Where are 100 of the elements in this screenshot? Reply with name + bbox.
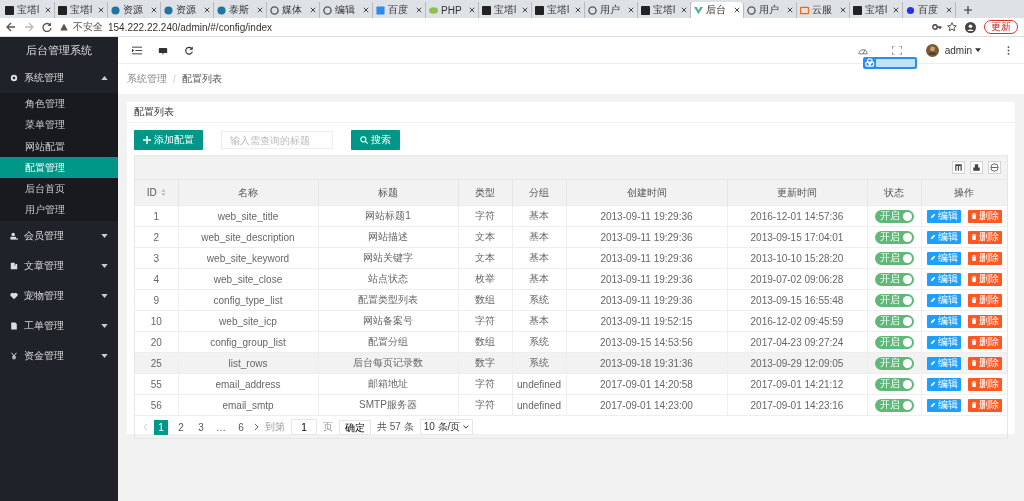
page-link[interactable]: 1 bbox=[154, 419, 168, 435]
goto-label: 到第 bbox=[265, 420, 285, 434]
close-icon[interactable] bbox=[575, 7, 581, 13]
close-icon[interactable] bbox=[522, 7, 528, 13]
menu-item[interactable]: 系统管理 bbox=[0, 63, 118, 93]
table-cell: 10 bbox=[135, 310, 178, 332]
close-icon[interactable] bbox=[946, 7, 952, 13]
submenu-item[interactable]: 角色管理 bbox=[0, 93, 118, 115]
close-icon[interactable] bbox=[98, 7, 104, 13]
column-header[interactable]: 标题 bbox=[318, 180, 458, 206]
browser-tab[interactable]: 媒体 bbox=[267, 2, 320, 18]
browser-tab[interactable]: 宝塔l bbox=[2, 2, 55, 18]
table-cell: 2017-09-01 14:23:00 bbox=[566, 394, 727, 415]
submenu-item[interactable]: 网站配置 bbox=[0, 135, 118, 157]
close-icon[interactable] bbox=[257, 7, 263, 13]
menu-item[interactable]: 宠物管理 bbox=[0, 280, 118, 311]
browser-tab[interactable]: 宝塔l bbox=[532, 2, 585, 18]
reload-icon[interactable] bbox=[42, 22, 52, 32]
submenu-item[interactable]: 菜单管理 bbox=[0, 114, 118, 136]
update-button[interactable]: 更新 bbox=[984, 20, 1018, 34]
close-icon[interactable] bbox=[151, 7, 157, 13]
table-cell: 网站关键字 bbox=[318, 247, 458, 269]
new-tab-icon[interactable] bbox=[964, 6, 972, 14]
tab-title: 云服 bbox=[812, 3, 833, 17]
page-input[interactable]: 1 bbox=[291, 419, 317, 435]
user-name[interactable]: admin bbox=[944, 44, 972, 56]
browser-tab[interactable]: PHP bbox=[426, 2, 479, 18]
search-field[interactable]: 输入需查询的标题 bbox=[221, 131, 333, 149]
breadcrumb-link[interactable]: 系统管理 bbox=[127, 72, 167, 86]
column-header[interactable]: 分组 bbox=[512, 180, 566, 206]
close-icon[interactable] bbox=[893, 7, 899, 13]
browser-tab[interactable]: 资源 bbox=[161, 2, 214, 18]
browser-tab[interactable]: 宝塔l bbox=[850, 2, 903, 18]
breadcrumb-link[interactable]: 配置列表 bbox=[181, 72, 222, 86]
v-logo-icon bbox=[694, 5, 703, 15]
column-header[interactable]: 操作 bbox=[921, 180, 1007, 206]
more-icon[interactable] bbox=[1007, 45, 1010, 55]
profile-icon[interactable] bbox=[965, 21, 976, 33]
page-link[interactable]: 3 bbox=[194, 419, 208, 435]
close-icon[interactable] bbox=[310, 7, 316, 13]
avatar[interactable] bbox=[925, 43, 939, 57]
browser-tab[interactable]: 用户 bbox=[744, 2, 797, 18]
submenu-item[interactable]: 用户管理 bbox=[0, 199, 118, 221]
browser-tab[interactable]: 百度 bbox=[903, 2, 956, 18]
fullscreen-icon[interactable] bbox=[891, 45, 902, 55]
column-header[interactable]: 类型 bbox=[458, 180, 512, 206]
close-icon[interactable] bbox=[45, 7, 51, 13]
menu-icon[interactable] bbox=[132, 45, 142, 55]
column-header[interactable]: 名称 bbox=[178, 180, 318, 206]
page-link[interactable]: … bbox=[214, 419, 228, 435]
page-link[interactable]: 6 bbox=[234, 419, 248, 435]
menu-item[interactable]: 文章管理 bbox=[0, 250, 118, 281]
submenu-item[interactable]: 后台首页 bbox=[0, 178, 118, 200]
close-icon[interactable] bbox=[681, 7, 687, 13]
round-logo-icon bbox=[906, 5, 915, 15]
browser-tab[interactable]: 后台 bbox=[691, 2, 744, 18]
browser-tab[interactable]: 百度 bbox=[373, 2, 426, 18]
table-cell: 数组 bbox=[458, 289, 512, 311]
add-button[interactable]: 添加配置 bbox=[134, 130, 203, 150]
close-icon[interactable] bbox=[628, 7, 634, 13]
menu-item[interactable]: 会员管理 bbox=[0, 220, 118, 251]
key-icon[interactable] bbox=[932, 22, 942, 32]
close-icon[interactable] bbox=[416, 7, 422, 13]
column-header[interactable]: ID bbox=[135, 180, 178, 206]
columns-icon[interactable] bbox=[952, 161, 965, 174]
pencil-icon bbox=[929, 213, 936, 219]
close-icon[interactable] bbox=[734, 7, 740, 13]
submenu-item[interactable]: 配置管理 bbox=[0, 156, 118, 179]
url-text[interactable]: 154.222.22.240/admin/#/config/index bbox=[108, 21, 927, 33]
page-link[interactable]: 2 bbox=[174, 419, 188, 435]
table-cell: 2013-09-11 19:29:36 bbox=[566, 247, 727, 269]
browser-tab[interactable]: 编辑 bbox=[320, 2, 373, 18]
browser-tab[interactable]: 宝塔l bbox=[638, 2, 691, 18]
browser-tab[interactable]: 资源 bbox=[108, 2, 161, 18]
menu-item[interactable]: 资金管理 bbox=[0, 340, 118, 371]
close-icon[interactable] bbox=[840, 7, 846, 13]
page-size-select[interactable]: 10 条/页 bbox=[419, 419, 474, 435]
browser-tab[interactable]: 云服 bbox=[797, 2, 850, 18]
close-icon[interactable] bbox=[363, 7, 369, 13]
close-icon[interactable] bbox=[469, 7, 475, 13]
browser-tab[interactable]: 宝塔l bbox=[479, 2, 532, 18]
browser-tab[interactable]: 宝塔l bbox=[55, 2, 108, 18]
browser-tab[interactable]: 泰斯 bbox=[214, 2, 267, 18]
cloud-widget[interactable] bbox=[863, 57, 917, 69]
close-icon[interactable] bbox=[787, 7, 793, 13]
menu-item[interactable]: 工单管理 bbox=[0, 310, 118, 341]
table-cell: 4 bbox=[135, 268, 178, 290]
column-header[interactable]: 更新时间 bbox=[727, 180, 867, 206]
confirm-button[interactable]: 确定 bbox=[339, 419, 371, 435]
star-icon[interactable] bbox=[947, 22, 957, 32]
close-icon[interactable] bbox=[204, 7, 210, 13]
search-button[interactable]: 搜索 bbox=[351, 130, 400, 150]
browser-tab[interactable]: 用户 bbox=[585, 2, 638, 18]
back-icon[interactable] bbox=[6, 22, 16, 32]
column-header[interactable]: 创建时间 bbox=[566, 180, 727, 206]
column-header[interactable]: 状态 bbox=[867, 180, 921, 206]
next-page-icon[interactable] bbox=[254, 423, 259, 431]
caret-icon[interactable] bbox=[975, 48, 981, 52]
search-icon bbox=[360, 136, 368, 144]
refresh-icon[interactable] bbox=[184, 45, 194, 55]
